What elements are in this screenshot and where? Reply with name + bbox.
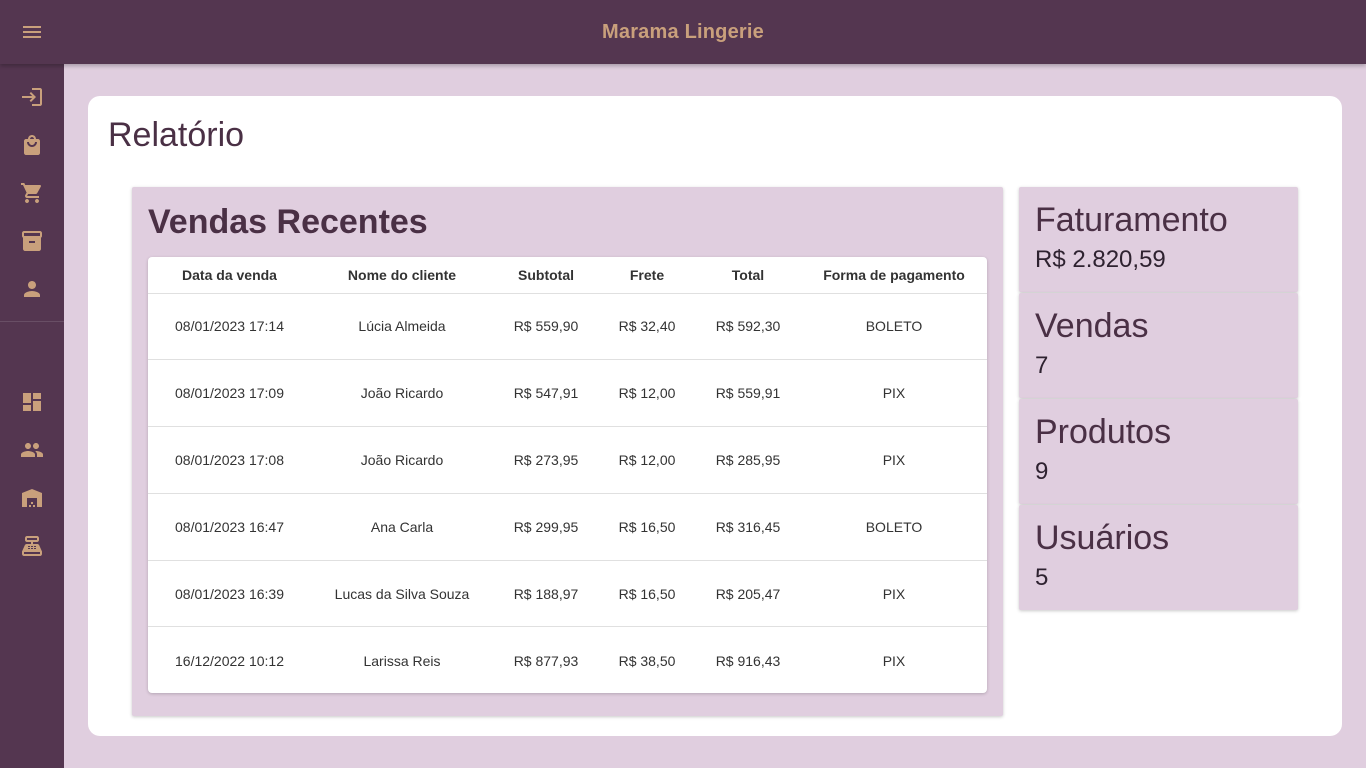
recent-sales-title: Vendas Recentes	[148, 203, 428, 241]
cell-client: João Ricardo	[311, 359, 493, 428]
cell-payment: BOLETO	[801, 493, 987, 561]
stat-card-users: Usuários 5	[1019, 505, 1298, 610]
cell-total: R$ 205,47	[695, 560, 801, 628]
cell-client: Larissa Reis	[363, 652, 441, 669]
column-header-total[interactable]: Total	[695, 257, 801, 294]
dashboard-icon	[23, 393, 41, 411]
sidebar	[0, 64, 64, 768]
page-title: Relatório	[108, 116, 245, 154]
column-header-shipping[interactable]: Frete	[599, 257, 695, 294]
cell-shipping: R$ 12,00	[599, 426, 695, 494]
stat-value: R$ 2.820,59	[1035, 246, 1166, 273]
cell-shipping: R$ 12,00	[599, 359, 695, 428]
cart-icon	[21, 183, 42, 203]
nav-item-archive[interactable]	[0, 221, 64, 261]
cell-date: 08/01/2023 16:39	[148, 560, 311, 628]
cell-date: 08/01/2023 17:08	[148, 426, 311, 494]
sales-table: Data da venda Nome do cliente Subtotal F…	[148, 257, 987, 693]
cell-total: R$ 316,45	[695, 493, 801, 561]
report-card: Relatório Vendas Recentes Data da venda …	[88, 96, 1342, 736]
column-header-payment[interactable]: Forma de pagamento	[801, 257, 987, 294]
app-bar: Marama Lingerie	[0, 0, 1366, 64]
cell-subtotal: R$ 299,95	[493, 493, 599, 561]
cell-client: Lucas da Silva Souza	[311, 560, 493, 628]
recent-sales-panel: Vendas Recentes Data da venda Nome do cl…	[132, 187, 1003, 716]
cash-register-icon	[22, 536, 42, 556]
cell-subtotal: R$ 559,90	[493, 293, 599, 361]
archive-icon	[22, 231, 42, 251]
sidebar-divider	[0, 321, 64, 322]
sales-table-container: Data da venda Nome do cliente Subtotal F…	[148, 257, 987, 693]
stat-value: 7	[1035, 352, 1049, 379]
cell-payment: PIX	[801, 426, 987, 494]
nav-item-dashboard[interactable]	[0, 382, 64, 422]
person-icon	[24, 281, 40, 297]
nav-item-profile[interactable]	[0, 269, 64, 309]
app-title: Marama Lingerie	[602, 21, 764, 43]
cell-payment: PIX	[801, 359, 987, 428]
cell-total: R$ 916,43	[715, 652, 781, 669]
table-row[interactable]: 08/01/2023 17:14 Lúcia Almeida R$ 559,90…	[148, 293, 987, 361]
warehouse-icon	[22, 489, 42, 507]
shopping-bag-icon	[24, 135, 40, 155]
table-row[interactable]: 08/01/2023 17:08 João Ricardo R$ 273,95 …	[148, 426, 987, 494]
nav-item-warehouse[interactable]	[0, 478, 64, 518]
cell-payment: BOLETO	[801, 293, 987, 361]
login-icon	[22, 88, 42, 106]
stat-label: Vendas	[1035, 307, 1149, 345]
nav-item-users[interactable]	[0, 430, 64, 470]
cell-client: João Ricardo	[311, 426, 493, 494]
stat-card-products: Produtos 9	[1019, 399, 1298, 504]
cell-shipping: R$ 38,50	[618, 652, 676, 669]
stat-value: 5	[1035, 564, 1049, 591]
cell-date: 08/01/2023 16:47	[148, 493, 311, 561]
cell-payment: PIX	[882, 652, 906, 669]
cell-subtotal: R$ 877,93	[513, 652, 579, 669]
table-header-row: Data da venda Nome do cliente Subtotal F…	[148, 257, 987, 294]
cell-shipping: R$ 16,50	[599, 560, 695, 628]
cell-date: 08/01/2023 17:09	[148, 359, 311, 428]
stat-card-revenue: Faturamento R$ 2.820,59	[1019, 187, 1298, 292]
cell-subtotal: R$ 273,95	[493, 426, 599, 494]
nav-item-cashier[interactable]	[0, 526, 64, 566]
nav-item-login[interactable]	[0, 77, 64, 117]
table-row[interactable]: 08/01/2023 16:47 Ana Carla R$ 299,95 R$ …	[148, 493, 987, 561]
cell-subtotal: R$ 188,97	[493, 560, 599, 628]
column-header-client[interactable]: Nome do cliente	[311, 257, 493, 294]
cell-total: R$ 285,95	[695, 426, 801, 494]
cell-payment: PIX	[801, 560, 987, 628]
column-header-subtotal[interactable]: Subtotal	[493, 257, 599, 294]
stat-label: Faturamento	[1035, 201, 1228, 239]
table-row[interactable]: 08/01/2023 16:39 Lucas da Silva Souza R$…	[148, 560, 987, 628]
cell-shipping: R$ 32,40	[599, 293, 695, 361]
cell-date: 16/12/2022 10:12	[175, 652, 284, 669]
cell-client: Lúcia Almeida	[311, 293, 493, 361]
stat-label: Usuários	[1035, 519, 1170, 557]
stat-label: Produtos	[1035, 413, 1172, 451]
stat-value: 9	[1035, 458, 1049, 485]
cell-subtotal: R$ 547,91	[493, 359, 599, 428]
cell-total: R$ 559,91	[695, 359, 801, 428]
cell-total: R$ 592,30	[695, 293, 801, 361]
people-icon	[21, 443, 43, 457]
stat-card-sales: Vendas 7	[1019, 293, 1298, 398]
cell-date: 08/01/2023 17:14	[148, 293, 311, 361]
table-row[interactable]: 16/12/2022 10:12 Larissa Reis R$ 877,93 …	[148, 627, 987, 693]
column-header-date[interactable]: Data da venda	[148, 257, 311, 294]
cell-client: Ana Carla	[311, 493, 493, 561]
nav-item-products[interactable]	[0, 125, 64, 165]
table-row[interactable]: 08/01/2023 17:09 João Ricardo R$ 547,91 …	[148, 359, 987, 428]
nav-item-cart[interactable]	[0, 173, 64, 213]
cell-shipping: R$ 16,50	[599, 493, 695, 561]
